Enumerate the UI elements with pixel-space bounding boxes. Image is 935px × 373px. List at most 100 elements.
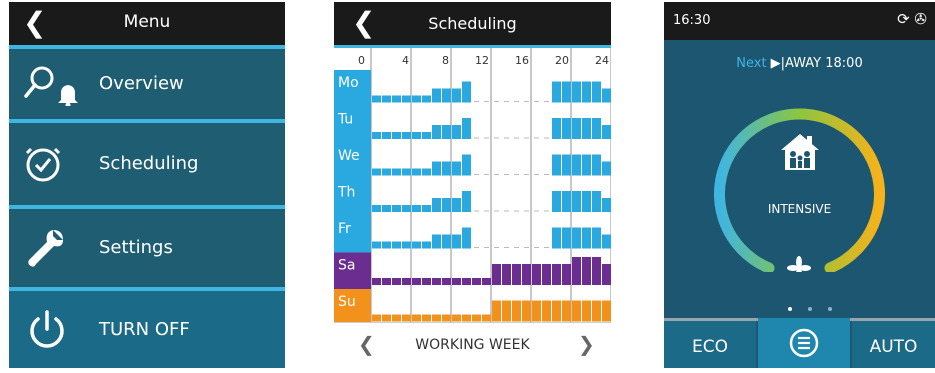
schedule-bar <box>462 314 471 322</box>
schedule-bar <box>582 257 591 285</box>
chevron-right-icon[interactable]: ❯ <box>578 332 595 356</box>
schedule-bar <box>412 95 421 103</box>
status-icons: ⟳ ✇ <box>897 10 927 28</box>
schedule-bar <box>382 168 391 176</box>
schedule-bar <box>562 118 571 139</box>
auto-button[interactable]: AUTO <box>852 321 935 368</box>
schedule-bar <box>422 314 431 322</box>
schedule-bar <box>402 168 411 176</box>
schedule-bar <box>422 132 431 139</box>
hour-label: 20 <box>555 54 569 67</box>
schedule-bar <box>382 314 391 322</box>
schedule-program-label: WORKING WEEK <box>415 337 530 353</box>
schedule-bar <box>512 300 521 322</box>
next-event-text: AWAY 18:00 <box>784 56 863 71</box>
schedule-bar <box>522 264 531 285</box>
schedule-bar <box>402 278 411 285</box>
schedule-bar <box>452 314 461 322</box>
schedule-bar <box>552 264 561 285</box>
schedule-bar <box>442 198 451 212</box>
schedule-bar <box>382 278 391 285</box>
hour-label: 8 <box>442 54 449 67</box>
schedule-bar <box>412 314 421 322</box>
hour-label: 24 <box>595 54 609 67</box>
schedule-bar <box>392 314 401 322</box>
schedule-bar <box>392 132 401 139</box>
hour-label: 12 <box>475 54 489 67</box>
day-label: Fr <box>338 221 351 237</box>
schedule-bar <box>592 81 601 103</box>
schedule-bar <box>452 278 461 285</box>
schedule-grid[interactable]: 0 4 8 12 16 20 24 Mo Tu We Th Fr Sa Su <box>334 48 611 322</box>
schedule-bar <box>552 227 561 249</box>
schedule-bar <box>562 154 571 176</box>
schedule-bar <box>402 241 411 249</box>
schedule-bar <box>452 234 461 249</box>
eco-label: ECO <box>692 337 728 357</box>
schedule-bar <box>372 95 381 103</box>
schedule-bar <box>372 132 381 139</box>
schedule-bar <box>602 161 611 176</box>
menu-item-settings[interactable]: Settings <box>9 209 285 287</box>
schedule-bar <box>462 154 471 176</box>
schedule-bar <box>452 125 461 139</box>
schedule-bar <box>482 278 491 285</box>
schedule-bar <box>412 168 421 176</box>
schedule-bar <box>432 314 441 322</box>
scheduling-title: Scheduling <box>428 14 517 33</box>
schedule-bar <box>592 118 601 139</box>
menu-button[interactable] <box>758 318 850 368</box>
house-family-icon <box>781 134 819 170</box>
schedule-bar <box>452 161 461 176</box>
home-screen: 16:30 ⟳ ✇ Next ▶|AWAY 18:00 INTENSIVE EC… <box>664 2 935 368</box>
schedule-bar <box>492 264 501 285</box>
menu-item-overview[interactable]: Overview <box>9 49 285 119</box>
page-dot <box>808 307 812 311</box>
schedule-bar <box>442 125 451 139</box>
schedule-bar <box>402 314 411 322</box>
schedule-bar <box>502 264 511 285</box>
schedule-bar <box>592 191 601 212</box>
menu-item-turn-off[interactable]: TURN OFF <box>9 291 285 368</box>
schedule-bar <box>582 154 591 176</box>
schedule-bar <box>562 300 571 322</box>
schedule-bar <box>442 234 451 249</box>
schedule-bar <box>602 88 611 103</box>
schedule-bar <box>392 95 401 103</box>
schedule-bar <box>522 300 531 322</box>
schedule-bar <box>412 205 421 212</box>
schedule-bar <box>432 198 441 212</box>
schedule-bar <box>442 314 451 322</box>
schedule-bar <box>432 278 441 285</box>
schedule-bar <box>392 168 401 176</box>
schedule-bar <box>492 300 501 322</box>
schedule-bar <box>372 205 381 212</box>
eco-button[interactable]: ECO <box>664 321 756 368</box>
schedule-bar <box>562 264 571 285</box>
day-label: Su <box>338 294 356 310</box>
schedule-bar <box>462 118 471 139</box>
menu-item-scheduling[interactable]: Scheduling <box>9 123 285 205</box>
schedule-bar <box>442 88 451 103</box>
fan-icon <box>787 256 811 272</box>
page-indicator <box>780 296 840 315</box>
skip-icon: ▶| <box>770 56 785 71</box>
schedule-bar <box>552 191 561 212</box>
hour-label: 16 <box>515 54 529 67</box>
schedule-bar <box>412 132 421 139</box>
schedule-bar <box>382 132 391 139</box>
schedule-bar <box>372 314 381 322</box>
bottom-bar: ECO AUTO <box>664 318 935 368</box>
schedule-bar <box>422 241 431 249</box>
hour-label: 4 <box>402 54 409 67</box>
schedule-bar <box>592 300 601 322</box>
schedule-bar <box>382 205 391 212</box>
auto-label: AUTO <box>869 337 918 357</box>
schedule-bar <box>552 81 561 103</box>
schedule-bar <box>472 278 481 285</box>
schedule-bar <box>412 278 421 285</box>
schedule-bar <box>422 95 431 103</box>
schedule-bar <box>402 205 411 212</box>
wrench-icon <box>28 230 63 267</box>
mode-dial[interactable] <box>664 72 935 272</box>
